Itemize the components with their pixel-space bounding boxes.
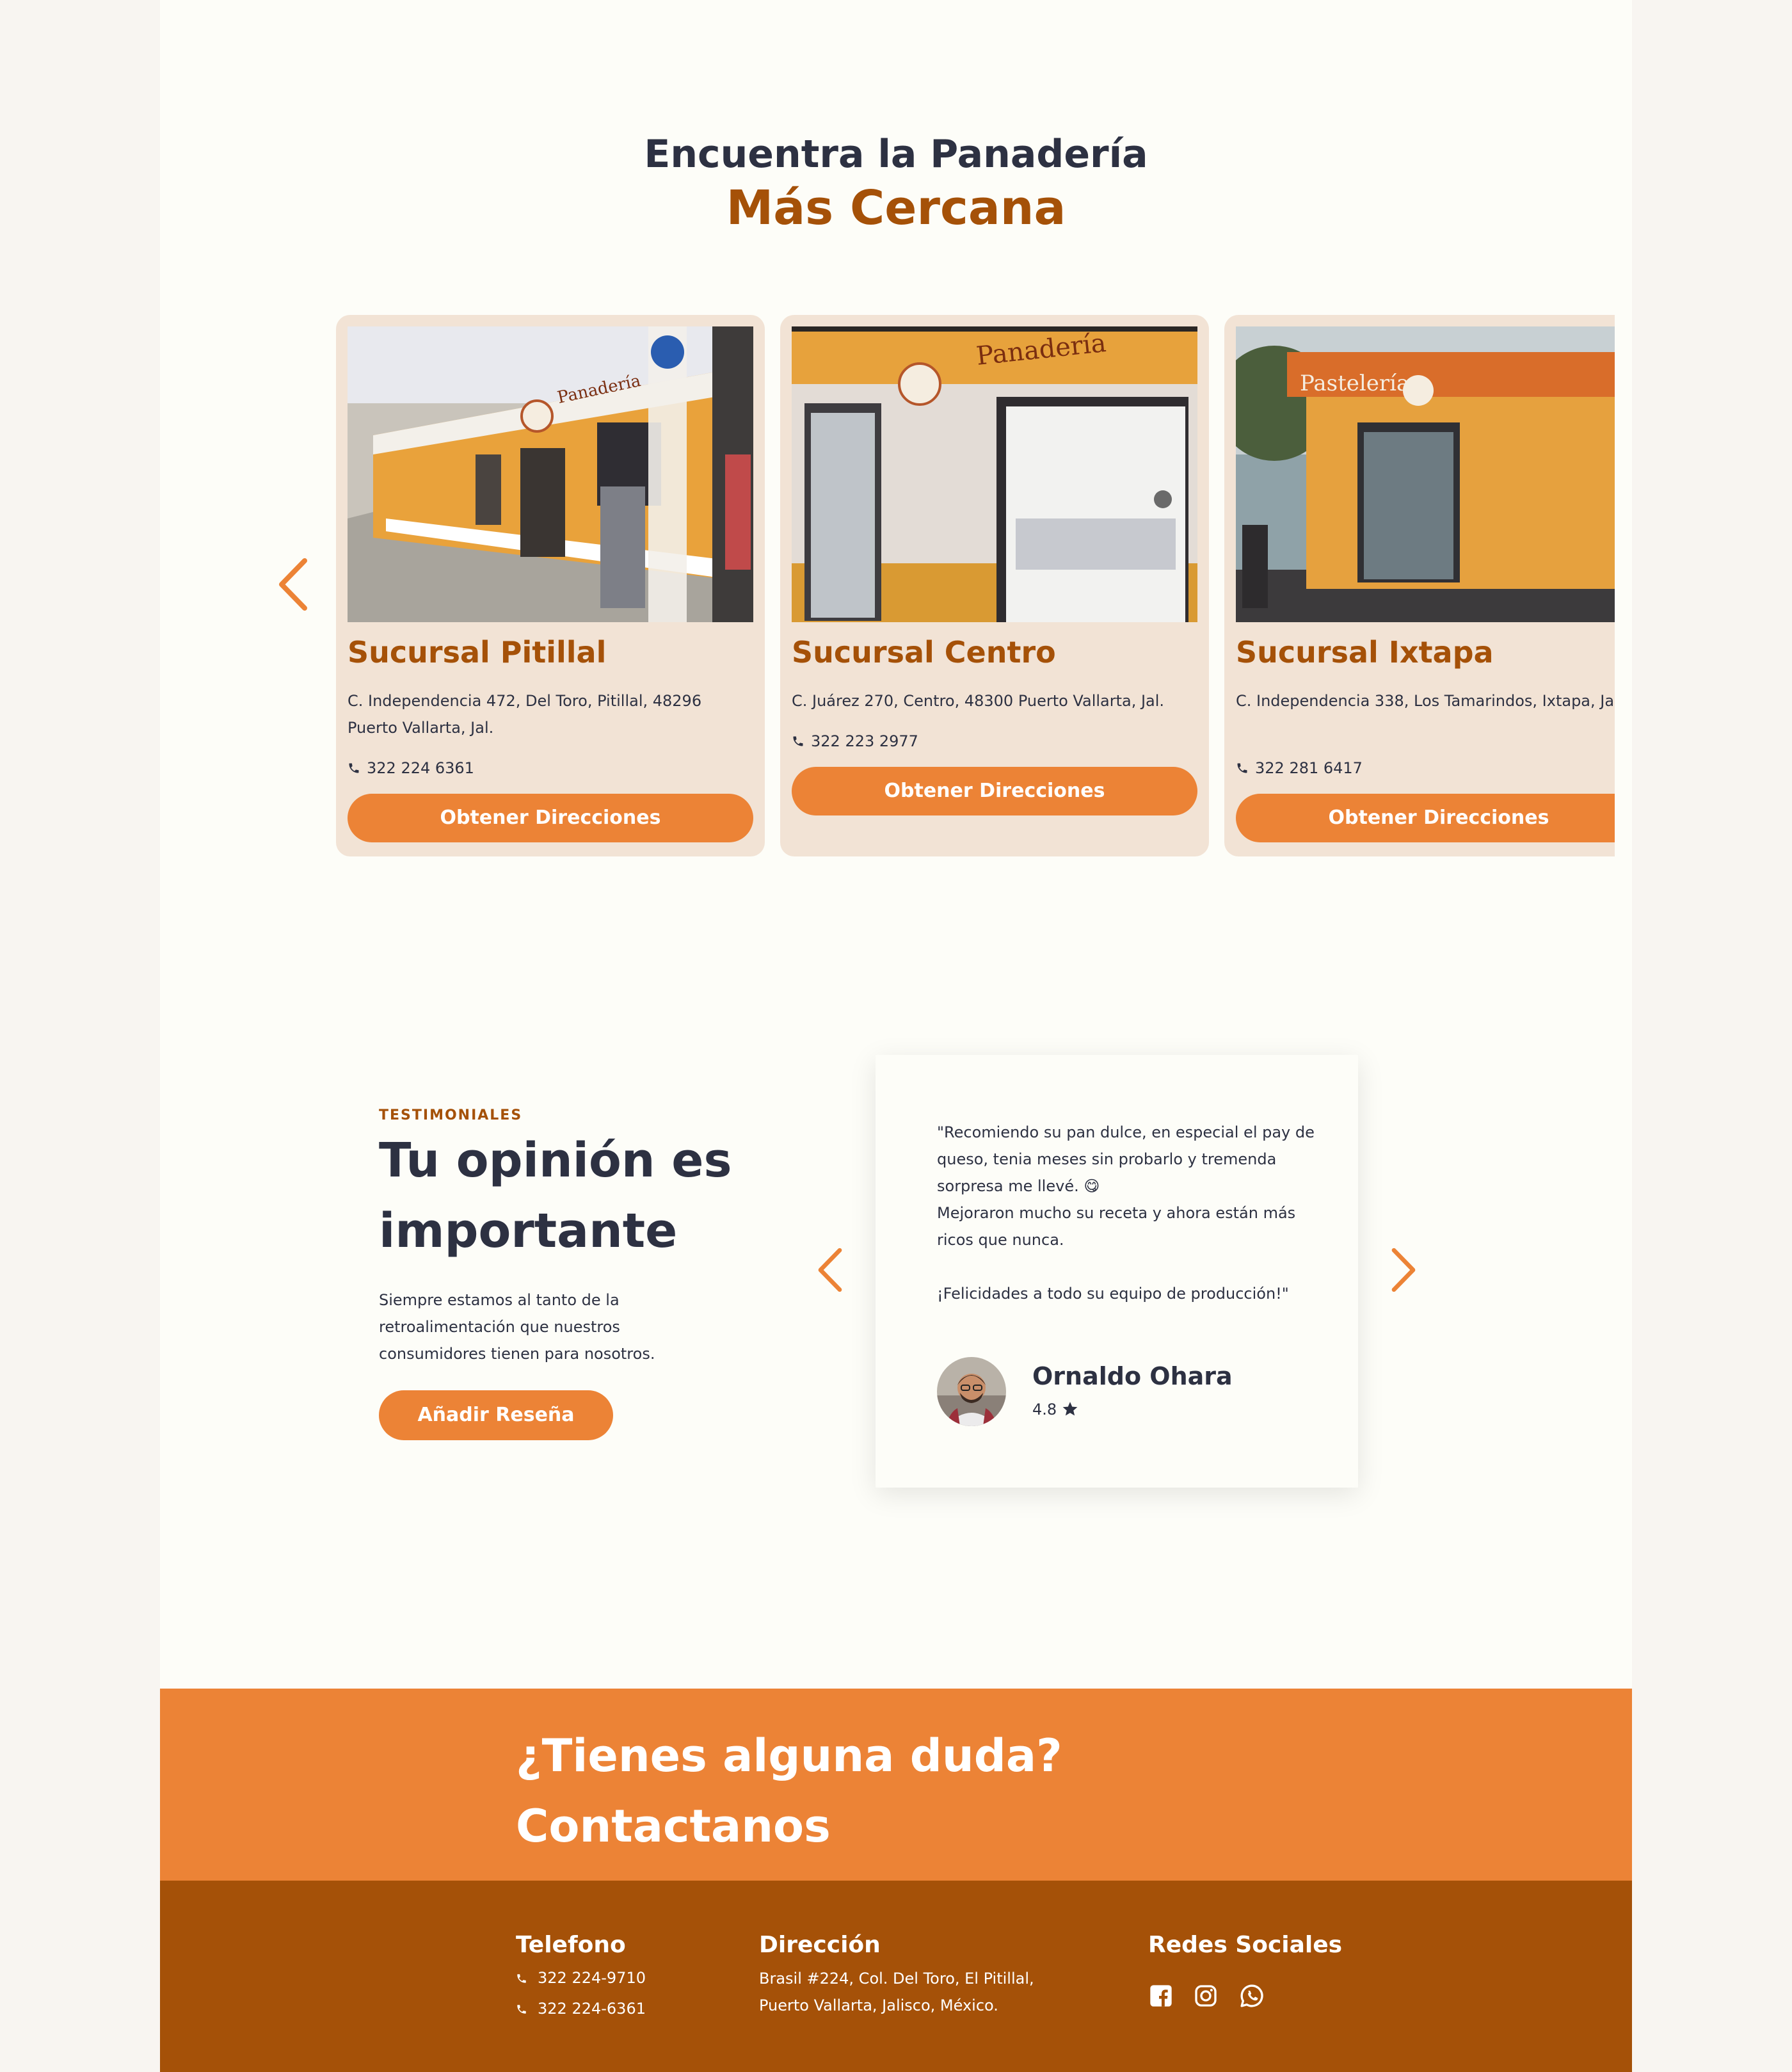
store-photo: Pastelería xyxy=(1236,326,1615,622)
location-name: Sucursal Centro xyxy=(792,635,1056,670)
footer-phone-number: 322 224-9710 xyxy=(538,1969,646,1987)
location-card: Panadería Sucursal Pitillal C. Independe… xyxy=(336,315,765,856)
phone-icon xyxy=(349,763,359,773)
instagram-icon[interactable] xyxy=(1193,1983,1219,2009)
location-address: C. Juárez 270, Centro, 48300 Puerto Vall… xyxy=(792,692,1165,710)
get-directions-button[interactable]: Obtener Direcciones xyxy=(792,767,1197,815)
testimonials-title: Tu opinión es importante xyxy=(379,1133,732,1258)
locations-title-line2: Más Cercana xyxy=(726,181,1066,236)
location-phone: 322 281 6417 xyxy=(1236,759,1363,777)
location-name: Sucursal Ixtapa xyxy=(1236,635,1494,670)
review-card: "Recomiendo su pan dulce, en especial el… xyxy=(876,1055,1358,1488)
contact-cta: Contactanos xyxy=(516,1800,831,1852)
get-directions-button[interactable]: Obtener Direcciones xyxy=(348,794,753,842)
footer-address: Brasil #224, Col. Del Toro, El Pitillal,… xyxy=(759,1970,1034,2014)
review-rating: 4.8 xyxy=(1032,1401,1078,1418)
add-review-button[interactable]: Añadir Reseña xyxy=(379,1390,613,1440)
location-phone-number: 322 224 6361 xyxy=(367,759,474,777)
review-prev-icon[interactable] xyxy=(814,1244,846,1296)
phone-icon xyxy=(517,1974,526,1983)
phone-icon xyxy=(517,2005,526,2014)
star-icon xyxy=(1062,1402,1078,1416)
page: Encuentra la Panadería Más Cercana Panad… xyxy=(160,0,1632,2072)
get-directions-button[interactable]: Obtener Direcciones xyxy=(1236,794,1615,842)
footer: Telefono 322 224-9710 322 224-6361 Direc… xyxy=(160,1881,1632,2072)
contact-question: ¿Tienes alguna duda? xyxy=(516,1730,1062,1782)
locations-heading: Encuentra la Panadería Más Cercana xyxy=(160,128,1632,236)
contact-band: ¿Tienes alguna duda? Contactanos xyxy=(160,1689,1632,1881)
contact-heading: ¿Tienes alguna duda? Contactanos xyxy=(516,1721,1062,1861)
location-name: Sucursal Pitillal xyxy=(348,635,607,670)
footer-phone-title: Telefono xyxy=(516,1932,626,1958)
locations-title-line1: Encuentra la Panadería xyxy=(644,132,1148,177)
footer-phone[interactable]: 322 224-9710 xyxy=(516,1969,646,1987)
avatar xyxy=(937,1357,1006,1426)
footer-phone-number: 322 224-6361 xyxy=(538,2000,646,2018)
locations-carousel: Panadería Sucursal Pitillal C. Independe… xyxy=(336,315,1615,856)
footer-address-title: Dirección xyxy=(759,1932,881,1958)
location-phone-number: 322 223 2977 xyxy=(811,732,918,750)
review-rating-value: 4.8 xyxy=(1032,1401,1057,1418)
location-address: C. Independencia 472, Del Toro, Pitillal… xyxy=(348,692,702,737)
testimonials-tag: TESTIMONIALES xyxy=(379,1107,523,1123)
footer-phone[interactable]: 322 224-6361 xyxy=(516,2000,646,2018)
footer-social-title: Redes Sociales xyxy=(1148,1932,1343,1958)
review-text: "Recomiendo su pan dulce, en especial el… xyxy=(937,1123,1315,1303)
store-photo: Panadería xyxy=(348,326,753,622)
store-sign-text: Pastelería xyxy=(1300,371,1409,396)
phone-icon xyxy=(1237,763,1247,773)
location-card: Pastelería Sucursal Ixtapa C. Independen… xyxy=(1224,315,1615,856)
location-phone: 322 223 2977 xyxy=(792,732,918,750)
whatsapp-icon[interactable] xyxy=(1239,1983,1265,2009)
review-next-icon[interactable] xyxy=(1388,1244,1420,1296)
location-address: C. Independencia 338, Los Tamarindos, Ix… xyxy=(1236,692,1615,710)
location-card: Panadería Sucursal Centro C. Juárez 270,… xyxy=(780,315,1209,856)
location-phone: 322 224 6361 xyxy=(348,759,474,777)
location-phone-number: 322 281 6417 xyxy=(1255,759,1363,777)
facebook-icon[interactable] xyxy=(1148,1983,1174,2009)
phone-icon xyxy=(793,736,803,746)
store-photo: Panadería xyxy=(792,326,1197,622)
carousel-prev-icon[interactable] xyxy=(274,556,312,613)
testimonials-description: Siempre estamos al tanto de la retroalim… xyxy=(379,1291,655,1363)
review-author: Ornaldo Ohara xyxy=(1032,1362,1233,1390)
